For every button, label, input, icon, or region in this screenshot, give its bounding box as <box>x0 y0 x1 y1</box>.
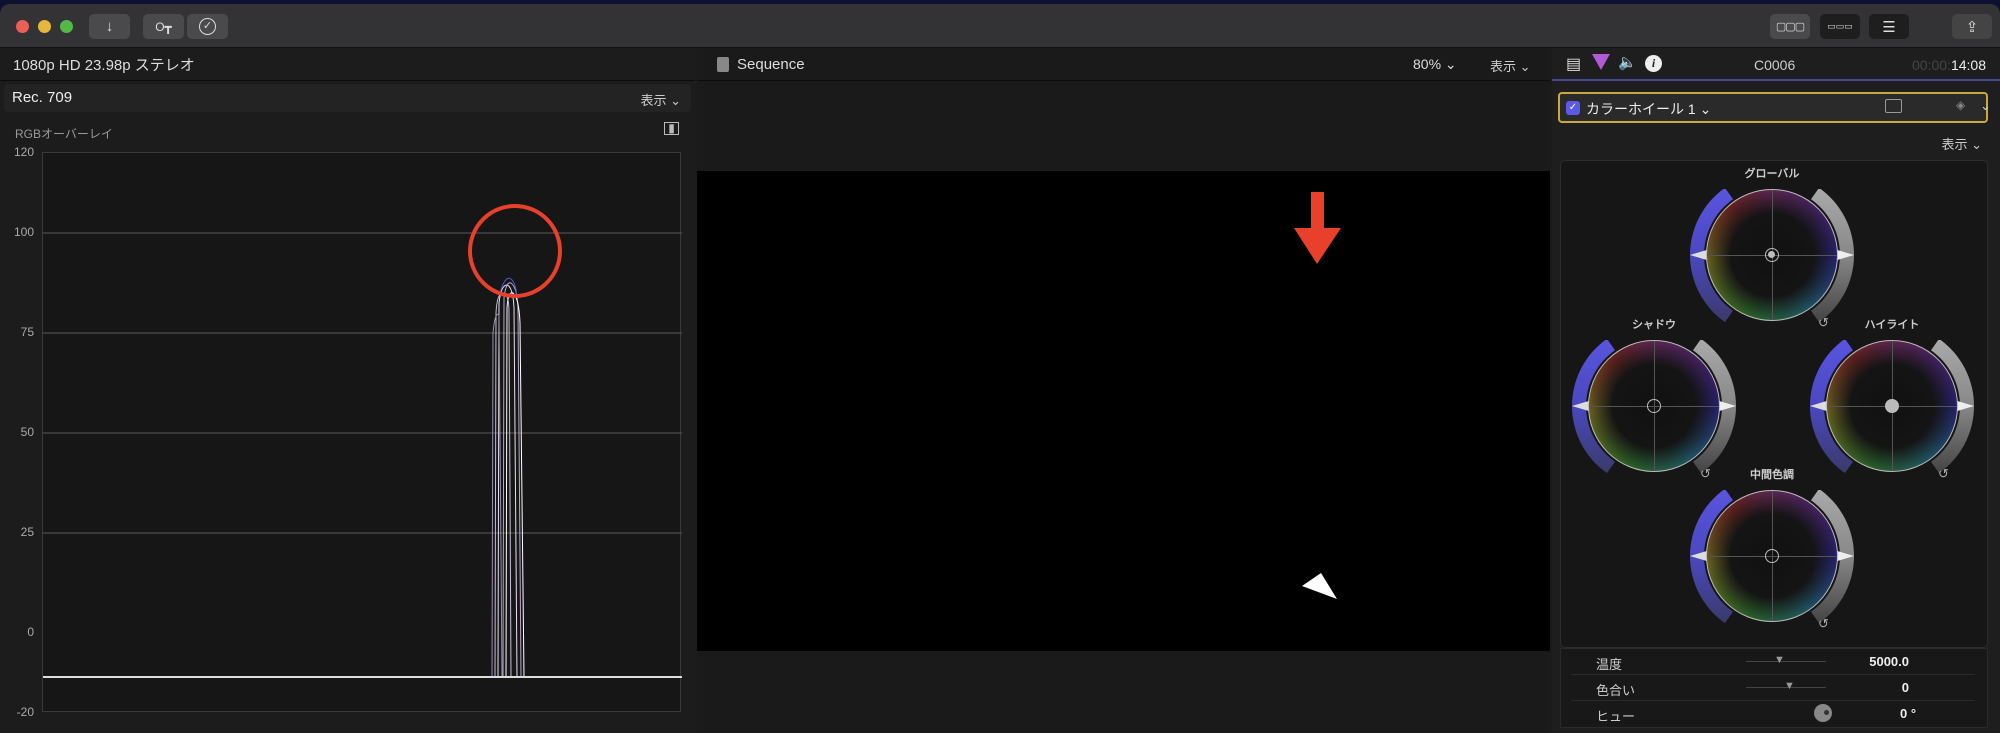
params-area: 温度 ▼ 5000.0 色合い ▼ 0 ヒュー 0 ° <box>1560 648 1988 728</box>
hue-wheel[interactable] <box>1826 340 1958 472</box>
y-tick-label: 120 <box>13 145 34 159</box>
scope-view-menu[interactable]: 表示 ⌄ <box>640 90 681 109</box>
waveform-trace <box>491 277 525 678</box>
project-format: 1080p HD 23.98p ステレオ <box>13 56 195 74</box>
param-value[interactable]: 0 ° <box>1841 706 1921 721</box>
param-label: ヒュー <box>1596 709 1636 724</box>
effect-menu[interactable]: カラーホイール 1 ⌄ <box>1586 99 1711 119</box>
hue-wheel[interactable] <box>1706 189 1838 321</box>
wheel-label-shadows: シャドウ <box>1632 319 1676 331</box>
grid-icon: ▢▢▢ <box>1775 21 1805 33</box>
background-tasks-button[interactable]: ✓ <box>187 14 228 39</box>
y-tick-label: 75 <box>20 325 34 339</box>
y-tick-label: 25 <box>20 525 34 539</box>
share-icon: ⇪ <box>1965 18 1979 36</box>
viewer-title: Sequence <box>737 56 805 73</box>
reset-icon[interactable]: ↺ <box>1700 466 1711 482</box>
video-scope-panel: 1080p HD 23.98p ステレオ Rec. 709 表示 ⌄ RGBオー… <box>0 48 695 733</box>
key-icon: O┳ <box>155 19 172 34</box>
waveform-plot <box>42 152 682 712</box>
keyword-button[interactable]: O┳ <box>143 14 184 39</box>
annotation-arrow <box>1294 192 1341 264</box>
close-button[interactable] <box>16 20 29 33</box>
annotation-circle <box>468 204 562 298</box>
scope-header: Rec. 709 表示 ⌄ <box>4 84 691 112</box>
reset-icon[interactable]: ↺ <box>1818 315 1829 331</box>
reset-icon[interactable]: ↺ <box>1818 616 1829 632</box>
inspector-toggle-button[interactable]: ☰ <box>1869 14 1909 39</box>
wheel-label-highlights: ハイライト <box>1864 319 1920 331</box>
scope-settings-icon[interactable]: ▮ <box>664 122 679 135</box>
wheel-puck[interactable] <box>1765 248 1779 262</box>
checkmark-circle-icon: ✓ <box>199 18 216 35</box>
title-bar: ↓ O┳ ✓ ▢▢▢ ▭▭▭ ☰ ⇪ <box>0 4 2000 48</box>
y-tick-label: 0 <box>27 625 34 639</box>
color-wheel-global[interactable]: ↺ <box>1690 187 1854 331</box>
param-label: 色合い <box>1596 683 1636 698</box>
audio-inspector-tab[interactable]: 🔈 <box>1618 53 1637 71</box>
video-frame[interactable] <box>697 171 1550 651</box>
hue-wheel[interactable] <box>1588 340 1720 472</box>
keyframe-icon[interactable]: ◈ <box>1956 98 1965 112</box>
wheel-puck[interactable] <box>1885 399 1899 413</box>
y-tick-label: 50 <box>20 425 34 439</box>
colorspace-label: Rec. 709 <box>12 89 73 106</box>
info-inspector-tab[interactable]: i <box>1645 55 1662 72</box>
timeline-toggle-button[interactable]: ▭▭▭ <box>1820 14 1860 39</box>
video-inspector-tab[interactable]: ▤ <box>1566 54 1581 74</box>
effect-enable-checkbox[interactable]: ✓ <box>1566 101 1580 115</box>
inspector-panel: ▤ 🔈 i C0006 00:00:14:08 ✓ カラーホイール 1 ⌄ ◈ … <box>1552 48 2000 733</box>
zoom-button[interactable] <box>60 20 73 33</box>
viewer-panel: Sequence 80% ⌄ 表示 ⌄ <box>697 48 1550 733</box>
y-tick-label: -20 <box>16 705 34 719</box>
param-value[interactable]: 0 <box>1841 680 1909 695</box>
param-value[interactable]: 5000.0 <box>1841 654 1909 669</box>
arrow-down-icon: ↓ <box>105 18 114 35</box>
timecode: 00:00:14:08 <box>1912 57 1986 73</box>
temperature-slider[interactable] <box>1746 661 1826 662</box>
color-inspector-tab[interactable] <box>1592 54 1610 70</box>
wheel-puck[interactable] <box>1647 399 1661 413</box>
param-label: 温度 <box>1596 657 1623 672</box>
clip-name: C0006 <box>1754 57 1796 73</box>
waveform-graph <box>43 204 682 678</box>
mask-icon[interactable] <box>1885 99 1902 113</box>
y-tick-label: 100 <box>13 225 34 239</box>
color-wheel-shadows[interactable]: ↺ <box>1572 338 1736 482</box>
color-wheel-highlights[interactable]: ↺ <box>1810 338 1974 482</box>
sliders-icon: ☰ <box>1882 18 1896 36</box>
wheel-label-midtones: 中間色調 <box>1750 469 1794 481</box>
effect-row[interactable]: ✓ カラーホイール 1 ⌄ ◈ ⌄ <box>1558 92 1991 123</box>
hue-dial[interactable] <box>1814 704 1832 722</box>
wheel-label-global: グローバル <box>1744 168 1800 180</box>
slider-thumb[interactable]: ▼ <box>1784 680 1795 692</box>
reset-icon[interactable]: ↺ <box>1938 466 1949 482</box>
zoom-menu[interactable]: 80% ⌄ <box>1413 56 1457 73</box>
import-button[interactable]: ↓ <box>89 14 130 39</box>
sequence-icon <box>717 57 729 72</box>
viewer-view-menu[interactable]: 表示 ⌄ <box>1490 56 1531 75</box>
slider-thumb[interactable]: ▼ <box>1774 654 1785 666</box>
hue-wheel[interactable] <box>1706 490 1838 622</box>
param-row-tint: 色合い ▼ 0 <box>1571 675 1975 701</box>
white-shape <box>1302 573 1337 599</box>
color-wheel-midtones[interactable]: ↺ <box>1690 488 1854 632</box>
library-header: 1080p HD 23.98p ステレオ <box>0 48 695 81</box>
inspector-header: ▤ 🔈 i C0006 00:00:14:08 <box>1552 48 2000 81</box>
browser-toggle-button[interactable]: ▢▢▢ <box>1770 14 1810 39</box>
scope-mode-label: RGBオーバーレイ <box>15 127 113 141</box>
minimize-button[interactable] <box>38 20 51 33</box>
wheel-puck[interactable] <box>1765 549 1779 563</box>
share-button[interactable]: ⇪ <box>1952 14 1992 39</box>
param-row-temperature: 温度 ▼ 5000.0 <box>1571 649 1975 675</box>
timeline-icon: ▭▭▭ <box>1827 21 1853 31</box>
param-row-hue: ヒュー 0 ° <box>1571 701 1975 727</box>
app-window: ↓ O┳ ✓ ▢▢▢ ▭▭▭ ☰ ⇪ 1080p HD 23.98p ステレオ … <box>0 4 2000 733</box>
effect-chevron-icon[interactable]: ⌄ <box>1980 98 1991 114</box>
inspector-view-menu[interactable]: 表示 ⌄ <box>1941 134 1982 153</box>
annotation-overlay <box>1294 192 1341 599</box>
viewer-header: Sequence 80% ⌄ 表示 ⌄ <box>697 48 1550 81</box>
